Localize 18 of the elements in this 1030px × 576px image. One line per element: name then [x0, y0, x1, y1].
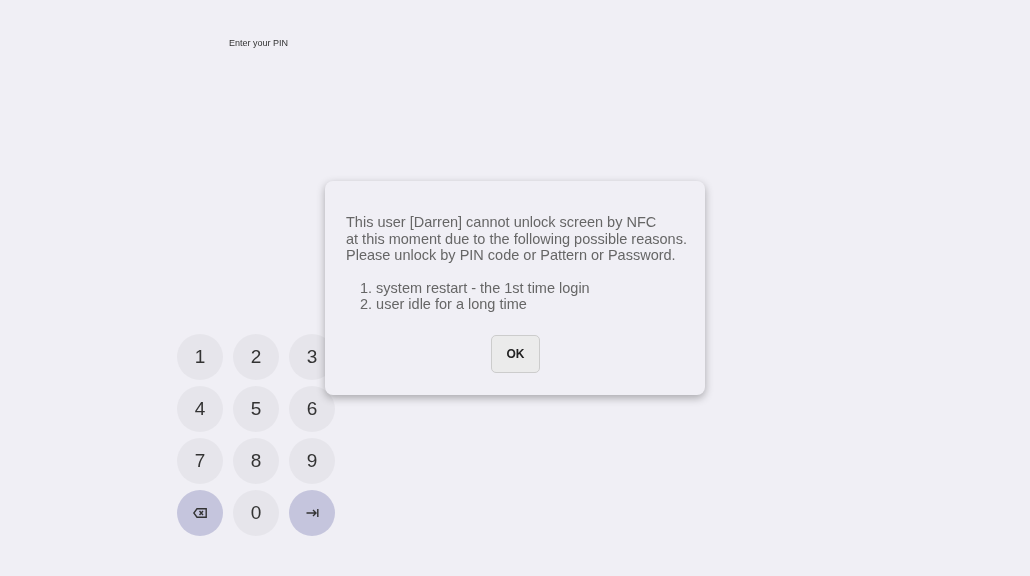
- dialog-message: This user [Darren] cannot unlock screen by NFC at this moment due to the following possible reasons. Please unlock by PIN code or Pattern or Password.: [346, 214, 687, 264]
- backspace-icon: [193, 508, 207, 518]
- digit-key[interactable]: 2: [233, 334, 279, 380]
- digit-key[interactable]: 5: [233, 386, 279, 432]
- digit-key[interactable]: 7: [177, 438, 223, 484]
- reason-item: 1. system restart - the 1st time login: [360, 279, 590, 296]
- digit-key[interactable]: 8: [233, 438, 279, 484]
- enter-key[interactable]: [289, 490, 335, 536]
- digit-key[interactable]: 4: [177, 386, 223, 432]
- backspace-key[interactable]: [177, 490, 223, 536]
- reason-item: 2. user idle for a long time: [360, 296, 527, 313]
- digit-key[interactable]: 6: [289, 386, 335, 432]
- pin-prompt: Enter your PIN: [229, 38, 289, 48]
- digit-key[interactable]: 0: [233, 490, 279, 536]
- tab-arrow-icon: [305, 508, 319, 518]
- ok-button[interactable]: OK: [491, 334, 540, 373]
- digit-key[interactable]: 9: [289, 438, 335, 484]
- digit-key[interactable]: 1: [177, 334, 223, 380]
